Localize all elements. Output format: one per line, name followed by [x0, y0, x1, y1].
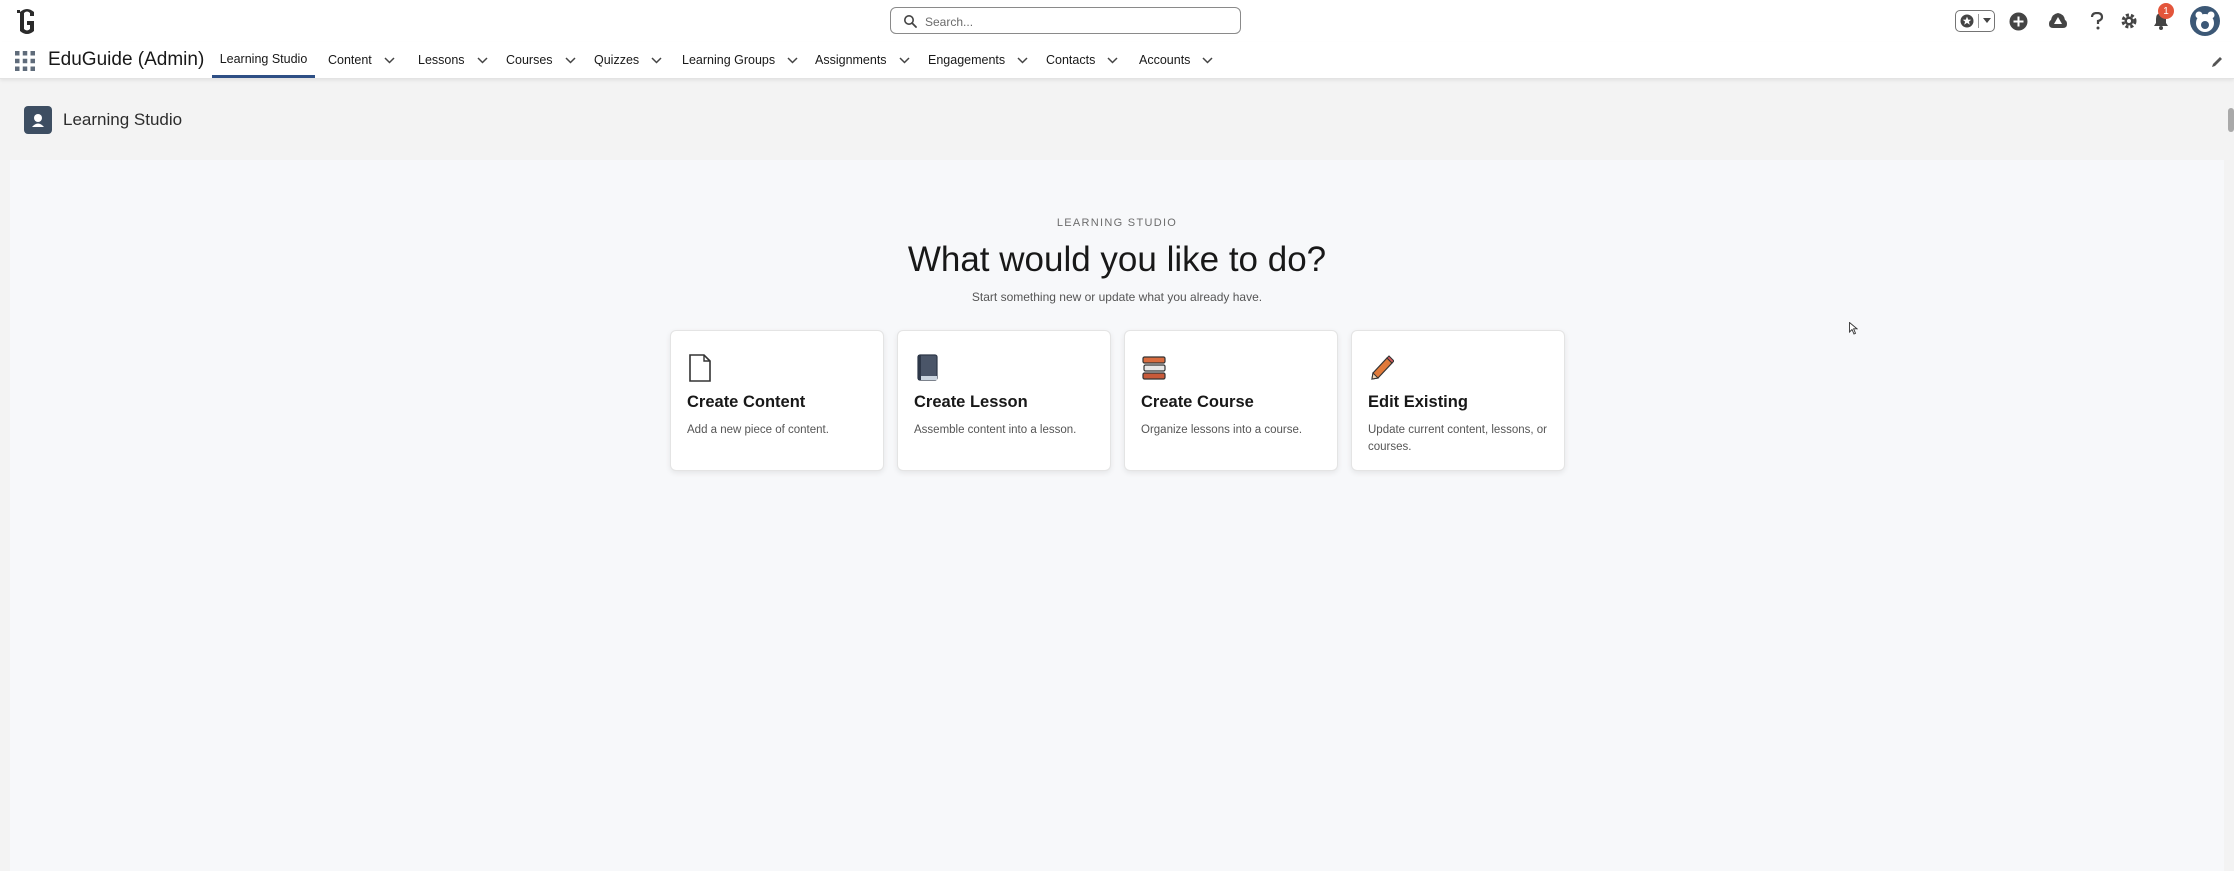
tab-accounts[interactable]: Accounts [1139, 42, 1213, 78]
chevron-down-icon[interactable] [899, 56, 910, 64]
card-title: Create Course [1141, 393, 1254, 411]
edit-nav-pencil-icon[interactable] [2211, 56, 2223, 68]
create-lesson-card[interactable]: Create Lesson Assemble content into a le… [897, 330, 1111, 471]
hero-eyebrow: LEARNING STUDIO [1056, 217, 1178, 229]
tab-courses[interactable]: Courses [506, 42, 576, 78]
tab-quizzes[interactable]: Quizzes [594, 42, 662, 78]
global-create-button[interactable] [2005, 7, 2031, 35]
add-icon [2009, 12, 2027, 30]
card-title: Edit Existing [1368, 393, 1468, 411]
gear-icon [2121, 13, 2137, 29]
app-name: EduGuide (Admin) [48, 49, 205, 70]
chevron-down-icon[interactable] [384, 56, 395, 64]
tab-label: Accounts [1139, 53, 1191, 67]
chevron-down-icon[interactable] [477, 56, 488, 64]
tab-label: Courses [506, 53, 553, 67]
page-header: Learning Studio [24, 106, 182, 134]
hero-headline: What would you like to do? [907, 240, 1327, 279]
tab-label: Quizzes [594, 53, 640, 67]
learning-studio-icon [24, 106, 52, 134]
tab-learning-studio[interactable]: Learning Studio [212, 42, 315, 78]
books-stack-icon [1142, 356, 1166, 380]
tab-label: Learning Studio [219, 51, 308, 66]
setup-button[interactable] [2117, 7, 2141, 35]
tab-label: Engagements [928, 53, 1006, 67]
pencil-icon [1371, 355, 1394, 380]
app-logo-icon[interactable] [14, 6, 40, 36]
help-button[interactable] [2085, 7, 2109, 35]
tab-engagements[interactable]: Engagements [928, 42, 1028, 78]
favorites-divider [1977, 14, 1979, 28]
avatar-icon [2195, 11, 2215, 32]
notification-count-badge: 1 [2158, 3, 2174, 19]
tab-learning-groups[interactable]: Learning Groups [682, 42, 798, 78]
book-icon [917, 354, 938, 381]
card-title: Create Lesson [914, 393, 1028, 411]
card-description: Assemble content into a lesson. [914, 424, 1077, 436]
chevron-down-icon[interactable] [1017, 56, 1028, 64]
mouse-cursor-icon [1849, 322, 1858, 335]
card-description: Organize lessons into a course. [1141, 424, 1303, 436]
search-icon [904, 15, 917, 28]
tab-label: Content [328, 53, 372, 67]
create-content-card[interactable]: Create Content Add a new piece of conten… [670, 330, 884, 471]
studio-glyph-icon [32, 114, 44, 127]
favorites-button[interactable] [1955, 10, 1995, 32]
global-header: 1 [0, 0, 2234, 42]
edit-existing-card[interactable]: Edit Existing Update current content, le… [1351, 330, 1565, 471]
search-input[interactable] [923, 11, 1227, 32]
document-icon [689, 354, 711, 382]
tab-label: Learning Groups [682, 53, 776, 67]
chevron-down-icon[interactable] [565, 56, 576, 64]
chevron-down-icon[interactable] [1202, 56, 1213, 64]
trailhead-icon [2049, 13, 2067, 28]
tab-content[interactable]: Content [328, 42, 395, 78]
tab-assignments[interactable]: Assignments [815, 42, 910, 78]
create-course-card[interactable]: Create Course Organize lessons into a co… [1124, 330, 1338, 471]
scrollbar-thumb[interactable] [2228, 108, 2234, 132]
trailhead-button[interactable] [2045, 7, 2071, 35]
help-icon [2090, 12, 2104, 30]
tab-label: Contacts [1046, 53, 1096, 67]
global-search[interactable] [890, 7, 1241, 34]
chevron-down-icon[interactable] [651, 56, 662, 64]
card-description: Add a new piece of content. [687, 424, 829, 436]
tab-label: Assignments [815, 53, 887, 67]
star-icon [1960, 14, 1973, 28]
tab-lessons[interactable]: Lessons [418, 42, 488, 78]
card-title: Create Content [687, 393, 806, 411]
hero-subtitle: Start something new or update what you a… [971, 290, 1263, 304]
chevron-down-icon[interactable] [1107, 56, 1118, 64]
user-avatar[interactable] [2190, 6, 2220, 36]
chevron-down-icon[interactable] [787, 56, 798, 64]
app-navigation-bar: EduGuide (Admin) Learning Studio Content… [0, 42, 2234, 79]
app-launcher-icon[interactable] [15, 51, 35, 71]
page-title: Learning Studio [63, 110, 183, 129]
tab-label: Lessons [418, 53, 465, 67]
card-description: Update current content, lessons, or cour… [1368, 424, 1547, 453]
caret-down-icon[interactable] [1982, 18, 1991, 24]
tab-contacts[interactable]: Contacts [1046, 42, 1118, 78]
